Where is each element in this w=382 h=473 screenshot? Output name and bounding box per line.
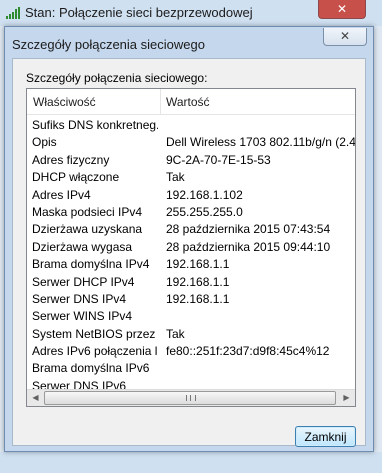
value-cell: Tak (166, 170, 185, 185)
table-row[interactable]: Brama domyślna IPv4 192.168.1.1 (27, 255, 355, 272)
property-cell: System NetBIOS przez T... (32, 326, 158, 341)
dialog-title: Szczegóły połączenia sieciowego (12, 37, 205, 52)
table-row[interactable]: Serwer DNS IPv4 192.168.1.1 (27, 290, 355, 307)
scroll-left-arrow-icon[interactable]: ◀ (27, 390, 44, 406)
parent-window-titlebar: Stan: Połączenie sieci bezprzewodowej ✕ (0, 0, 382, 26)
table-row[interactable]: Adres IPv4 192.168.1.102 (27, 186, 355, 203)
list-header: Właściwość Wartość (27, 89, 355, 115)
property-cell: Dzierżawa uzyskana (32, 222, 143, 237)
dialog-client-area: Szczegóły połączenia sieciowego: Właściw… (12, 58, 366, 447)
table-row[interactable]: DHCP włączone Tak (27, 168, 355, 185)
table-row[interactable]: Maska podsieci IPv4 255.255.255.0 (27, 203, 355, 220)
property-cell: Serwer DNS IPv4 (32, 291, 127, 306)
table-row[interactable]: Sufiks DNS konkretneg... (27, 116, 355, 133)
table-row[interactable]: Brama domyślna IPv6 (27, 359, 355, 376)
dialog-close-button[interactable]: ✕ (323, 28, 367, 46)
parent-window-frame-bottom (0, 452, 382, 473)
property-cell: Adres IPv6 połączenia l... (32, 344, 158, 359)
property-cell: DHCP włączone (32, 170, 120, 185)
details-list[interactable]: Właściwość Wartość Sufiks DNS konkretneg… (26, 88, 356, 407)
column-header-value[interactable]: Wartość (166, 95, 210, 109)
list-rows: Sufiks DNS konkretneg... Opis Dell Wirele… (27, 116, 355, 394)
value-cell: 28 października 2015 07:43:54 (166, 222, 331, 237)
property-cell: Maska podsieci IPv4 (32, 204, 143, 219)
wireless-signal-icon (6, 7, 20, 19)
value-cell: 28 października 2015 09:44:10 (166, 239, 331, 254)
value-cell: Dell Wireless 1703 802.11b/g/n (2.4GHz) (166, 135, 355, 150)
parent-close-button[interactable]: ✕ (318, 0, 366, 19)
property-cell: Brama domyślna IPv4 (32, 257, 150, 272)
property-cell: Adres fizyczny (32, 152, 110, 167)
table-row[interactable]: Adres fizyczny 9C-2A-70-7E-15-53 (27, 151, 355, 168)
value-cell: 9C-2A-70-7E-15-53 (166, 152, 271, 167)
column-divider[interactable] (160, 89, 161, 114)
parent-window-title: Stan: Połączenie sieci bezprzewodowej (25, 5, 253, 20)
table-row[interactable]: Serwer WINS IPv4 (27, 307, 355, 324)
property-cell: Serwer DHCP IPv4 (32, 274, 135, 289)
value-cell: 255.255.255.0 (166, 204, 243, 219)
property-cell: Dzierżawa wygasa (32, 239, 133, 254)
property-cell: Opis (32, 135, 57, 150)
table-row[interactable]: Adres IPv6 połączenia l... fe80::251f:23d… (27, 342, 355, 359)
close-button[interactable]: Zamknij (295, 426, 356, 447)
table-row[interactable]: Dzierżawa wygasa 28 października 2015 09:… (27, 238, 355, 255)
value-cell: fe80::251f:23d7:d9f8:45c4%12 (166, 344, 330, 359)
value-cell: 192.168.1.102 (166, 187, 243, 202)
table-row[interactable]: Serwer DHCP IPv4 192.168.1.1 (27, 273, 355, 290)
value-cell: Tak (166, 326, 185, 341)
scrollbar-grip-icon (186, 395, 196, 401)
horizontal-scrollbar[interactable]: ◀ ▶ (27, 389, 355, 406)
property-cell: Brama domyślna IPv6 (32, 361, 150, 376)
table-row[interactable]: Opis Dell Wireless 1703 802.11b/g/n (2.4G… (27, 133, 355, 150)
value-cell: 192.168.1.1 (166, 291, 230, 306)
connection-details-dialog: Szczegóły połączenia sieciowego ✕ Szczeg… (4, 26, 374, 452)
property-cell: Adres IPv4 (32, 187, 91, 202)
column-header-property[interactable]: Właściwość (33, 95, 96, 109)
scroll-right-arrow-icon[interactable]: ▶ (338, 390, 355, 406)
details-label: Szczegóły połączenia sieciowego: (26, 71, 208, 85)
scrollbar-thumb[interactable] (44, 391, 336, 405)
value-cell: 192.168.1.1 (166, 274, 230, 289)
table-row[interactable]: System NetBIOS przez T... Tak (27, 325, 355, 342)
property-cell: Serwer WINS IPv4 (32, 309, 133, 324)
value-cell: 192.168.1.1 (166, 257, 230, 272)
property-cell: Sufiks DNS konkretneg... (32, 118, 158, 132)
table-row[interactable]: Dzierżawa uzyskana 28 października 2015 0… (27, 220, 355, 237)
